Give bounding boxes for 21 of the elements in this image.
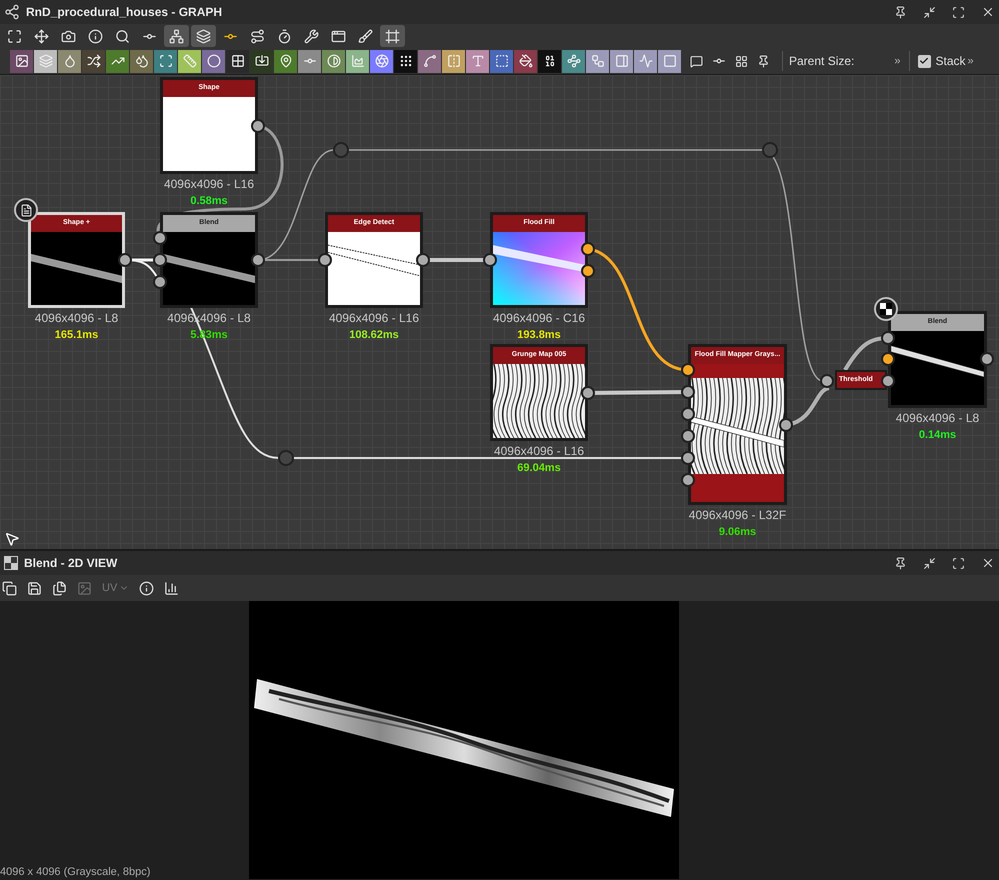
stack-label: Stack (936, 53, 966, 70)
node-resolution: 4096x4096 - L16 (164, 176, 254, 192)
window-title: RnD_procedural_houses - GRAPH (26, 4, 222, 21)
node-time: 165.1ms (54, 328, 98, 342)
image-info: 4096 x 4096 (Grayscale, 8bpc) (0, 864, 150, 880)
node-resolution: 4096x4096 - L16 (328, 310, 420, 326)
node-time: 108.62ms (349, 328, 399, 342)
parent-size-label: Parent Size: (789, 53, 854, 70)
node-time: 0.14ms (918, 428, 956, 442)
node-resolution: 4096x4096 - L32F (688, 507, 786, 523)
node-time: 9.06ms (718, 525, 756, 539)
node-time: 193.8ms (517, 328, 561, 342)
more-button[interactable]: » (968, 52, 974, 70)
node-resolution: 4096x4096 - L8 (34, 310, 118, 326)
node-time: 69.04ms (517, 461, 561, 475)
node-time: 0.58ms (190, 194, 228, 208)
more-button[interactable]: » (894, 52, 900, 70)
node-resolution: 4096x4096 - L8 (896, 410, 980, 426)
panel-title: Blend - 2D VIEW (24, 555, 118, 572)
node-resolution: 4096x4096 - L16 (494, 443, 584, 459)
node-resolution: 4096x4096 - C16 (492, 310, 586, 326)
